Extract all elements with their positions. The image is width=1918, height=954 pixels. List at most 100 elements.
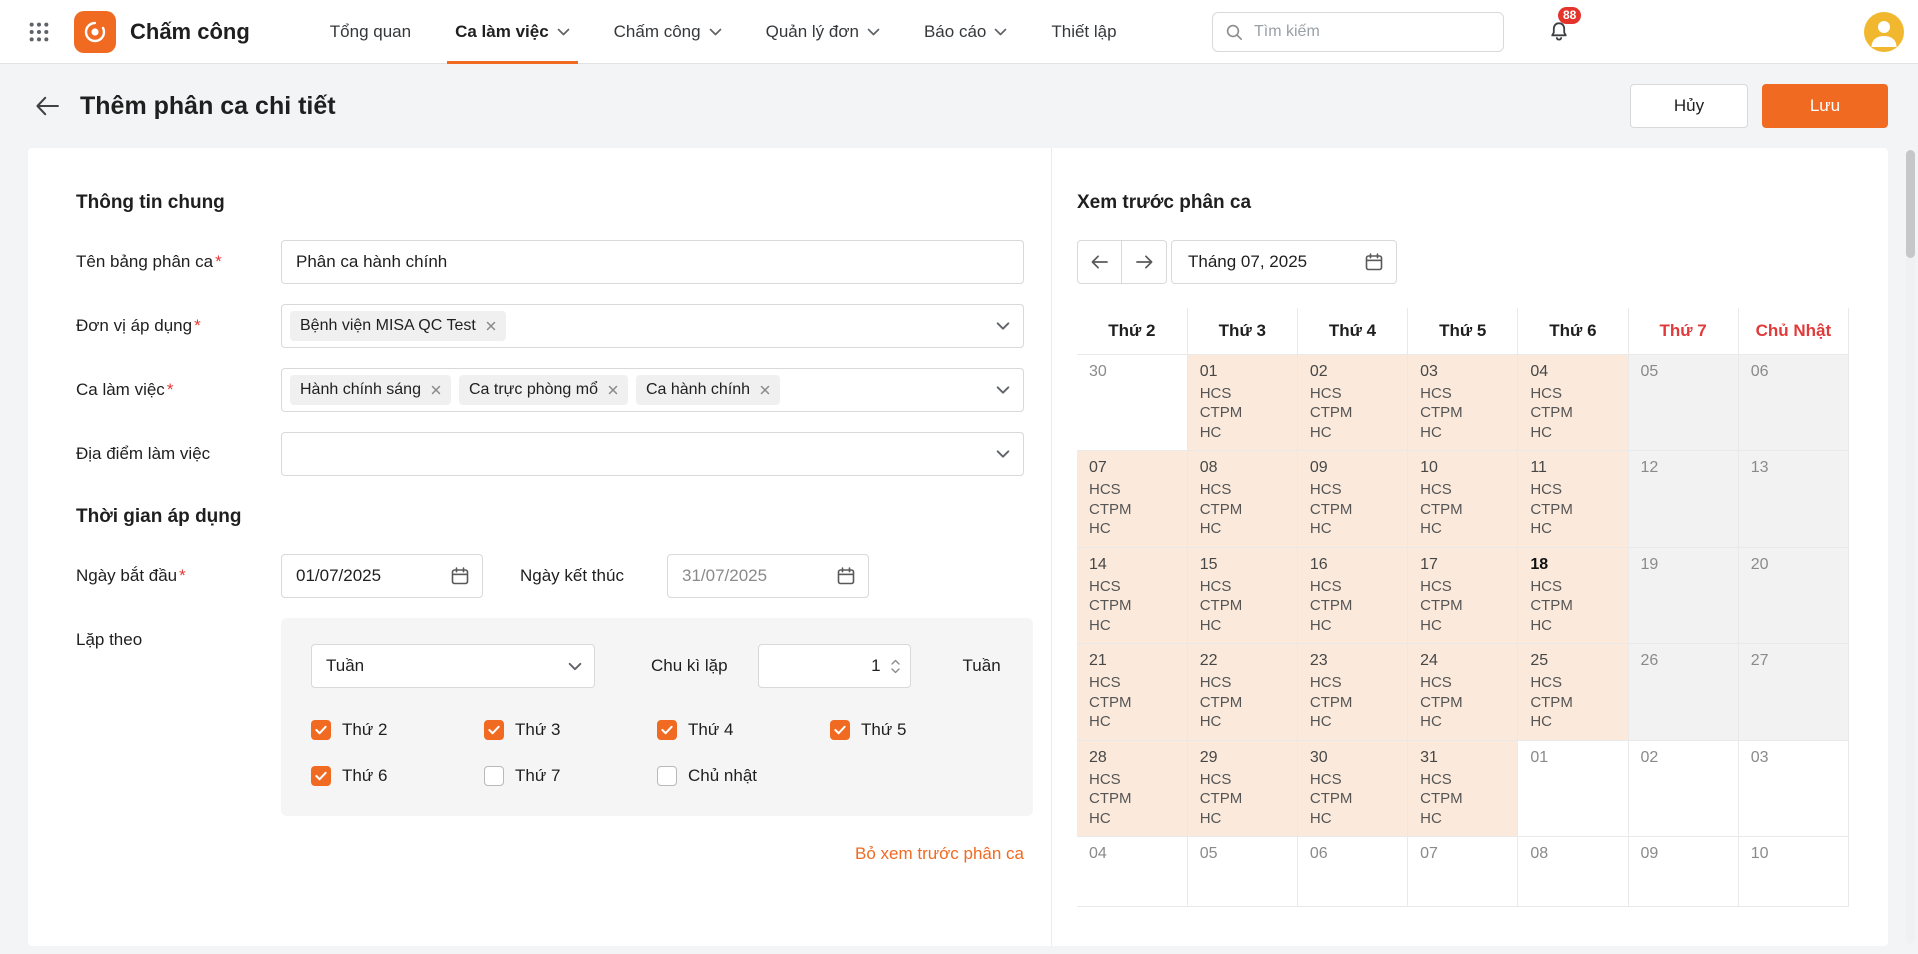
calendar-day-cell[interactable]: 22HCSCTPMHC [1187, 644, 1297, 741]
unit-chevron[interactable] [996, 322, 1010, 331]
calendar-day-cell[interactable]: 31HCSCTPMHC [1408, 740, 1518, 837]
shifts-select[interactable]: Hành chính sángCa trực phòng mổCa hành c… [281, 368, 1024, 412]
repeat-day-7[interactable]: Chủ nhật [657, 766, 830, 786]
repeat-type-select[interactable]: Tuần [311, 644, 595, 688]
day-number: 23 [1310, 652, 1395, 670]
calendar-day-cell[interactable]: 07HCSCTPMHC [1077, 451, 1187, 548]
start-date-input[interactable]: 01/07/2025 [281, 554, 483, 598]
calendar-day-cell[interactable]: 02HCSCTPMHC [1297, 354, 1407, 451]
end-date-input[interactable]: 31/07/2025 [667, 554, 869, 598]
calendar-day-cell[interactable]: 10HCSCTPMHC [1408, 451, 1518, 548]
calendar-day-cell[interactable]: 03HCSCTPMHC [1408, 354, 1518, 451]
calendar-day-cell[interactable]: 23HCSCTPMHC [1297, 644, 1407, 741]
checkbox[interactable] [484, 720, 504, 740]
remove-tag-icon[interactable] [608, 385, 618, 395]
save-button[interactable]: Lưu [1762, 84, 1888, 128]
nav-item-2[interactable]: Ca làm việc [433, 0, 592, 64]
calendar-day-cell[interactable]: 09 [1628, 837, 1738, 907]
calendar-day-cell[interactable]: 07 [1408, 837, 1518, 907]
back-button[interactable] [30, 89, 64, 123]
shift-table-name-input[interactable] [281, 240, 1024, 284]
repeat-day-3[interactable]: Thứ 4 [657, 720, 830, 740]
calendar-day-cell[interactable]: 08HCSCTPMHC [1187, 451, 1297, 548]
calendar-day-cell[interactable]: 26 [1628, 644, 1738, 741]
checkbox[interactable] [830, 720, 850, 740]
remove-tag-icon[interactable] [760, 385, 770, 395]
name-row: Tên bảng phân ca* [76, 240, 1024, 284]
calendar-day-cell[interactable]: 13 [1738, 451, 1848, 548]
shift-code: CTPM [1089, 789, 1175, 809]
location-chevron[interactable] [996, 450, 1010, 459]
cycle-stepper[interactable] [891, 659, 900, 674]
calendar-day-cell[interactable]: 09HCSCTPMHC [1297, 451, 1407, 548]
repeat-day-6[interactable]: Thứ 7 [484, 766, 657, 786]
calendar-day-cell[interactable]: 25HCSCTPMHC [1518, 644, 1628, 741]
calendar-day-cell[interactable]: 12 [1628, 451, 1738, 548]
calendar-day-cell[interactable]: 18HCSCTPMHC [1518, 547, 1628, 644]
checkbox[interactable] [657, 766, 677, 786]
shifts-chevron[interactable] [996, 386, 1010, 395]
vertical-scrollbar[interactable] [1906, 150, 1915, 944]
calendar-day-cell[interactable]: 04 [1077, 837, 1187, 907]
calendar-day-cell[interactable]: 08 [1518, 837, 1628, 907]
nav-item-3[interactable]: Chấm công [592, 0, 744, 64]
calendar-day-cell[interactable]: 16HCSCTPMHC [1297, 547, 1407, 644]
checkbox[interactable] [311, 720, 331, 740]
calendar-day-cell[interactable]: 21HCSCTPMHC [1077, 644, 1187, 741]
checkbox[interactable] [484, 766, 504, 786]
scrollbar-thumb[interactable] [1906, 150, 1915, 258]
end-date-value: 31/07/2025 [682, 566, 767, 586]
calendar-day-cell[interactable]: 01 [1518, 740, 1628, 837]
app-grid-icon[interactable] [24, 17, 54, 47]
calendar-day-cell[interactable]: 03 [1738, 740, 1848, 837]
calendar-day-cell[interactable]: 10 [1738, 837, 1848, 907]
app-logo[interactable] [74, 11, 116, 53]
calendar-day-cell[interactable]: 30 [1077, 354, 1187, 451]
calendar-day-cell[interactable]: 05 [1628, 354, 1738, 451]
repeat-day-5[interactable]: Thứ 6 [311, 766, 484, 786]
remove-tag-icon[interactable] [486, 321, 496, 331]
cancel-button[interactable]: Hủy [1630, 84, 1748, 128]
calendar-day-cell[interactable]: 01HCSCTPMHC [1187, 354, 1297, 451]
repeat-day-1[interactable]: Thứ 2 [311, 720, 484, 740]
cycle-value-input[interactable] [773, 655, 891, 677]
calendar-day-cell[interactable]: 30HCSCTPMHC [1297, 740, 1407, 837]
repeat-day-4[interactable]: Thứ 5 [830, 720, 1003, 740]
checkbox[interactable] [657, 720, 677, 740]
nav-item-6[interactable]: Thiết lập [1029, 0, 1138, 64]
calendar-day-cell[interactable]: 15HCSCTPMHC [1187, 547, 1297, 644]
search-box[interactable] [1212, 12, 1504, 52]
nav-item-1[interactable]: Tổng quan [308, 0, 433, 64]
repeat-day-2[interactable]: Thứ 3 [484, 720, 657, 740]
calendar-day-cell[interactable]: 06 [1738, 354, 1848, 451]
remove-tag-icon[interactable] [431, 385, 441, 395]
calendar-day-cell[interactable]: 27 [1738, 644, 1848, 741]
calendar-day-cell[interactable]: 02 [1628, 740, 1738, 837]
weekday-header: Thứ 7 [1628, 308, 1738, 354]
checkbox[interactable] [311, 766, 331, 786]
calendar-day-cell[interactable]: 17HCSCTPMHC [1408, 547, 1518, 644]
calendar-day-cell[interactable]: 05 [1187, 837, 1297, 907]
day-number: 11 [1530, 459, 1615, 477]
location-select[interactable] [281, 432, 1024, 476]
calendar-day-cell[interactable]: 19 [1628, 547, 1738, 644]
notification-button[interactable]: 88 [1544, 17, 1574, 47]
calendar-day-cell[interactable]: 04HCSCTPMHC [1518, 354, 1628, 451]
calendar-day-cell[interactable]: 28HCSCTPMHC [1077, 740, 1187, 837]
next-month-button[interactable] [1122, 240, 1167, 284]
calendar-day-cell[interactable]: 29HCSCTPMHC [1187, 740, 1297, 837]
nav-item-4[interactable]: Quản lý đơn [744, 0, 902, 64]
user-avatar[interactable] [1864, 12, 1904, 52]
calendar-day-cell[interactable]: 14HCSCTPMHC [1077, 547, 1187, 644]
search-input[interactable] [1252, 22, 1491, 42]
unit-select[interactable]: Bệnh viện MISA QC Test [281, 304, 1024, 348]
calendar-day-cell[interactable]: 24HCSCTPMHC [1408, 644, 1518, 741]
prev-month-button[interactable] [1077, 240, 1122, 284]
calendar-day-cell[interactable]: 06 [1297, 837, 1407, 907]
hide-preview-link[interactable]: Bỏ xem trước phân ca [76, 844, 1024, 864]
nav-item-5[interactable]: Báo cáo [902, 0, 1029, 64]
calendar-day-cell[interactable]: 11HCSCTPMHC [1518, 451, 1628, 548]
shift-code: CTPM [1310, 500, 1395, 520]
month-picker[interactable]: Tháng 07, 2025 [1171, 240, 1397, 284]
calendar-day-cell[interactable]: 20 [1738, 547, 1848, 644]
